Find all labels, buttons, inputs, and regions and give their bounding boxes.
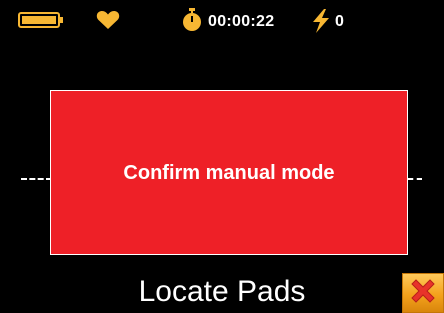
shock-count: 0 — [335, 13, 344, 30]
elapsed-timer: 00:00:22 — [208, 13, 275, 30]
pad-guide-line-left — [21, 178, 52, 180]
confirm-manual-mode-button[interactable]: Confirm manual mode — [50, 90, 408, 255]
heart-icon — [96, 10, 120, 35]
locate-pads-prompt: Locate Pads — [138, 275, 306, 308]
confirm-manual-mode-label: Confirm manual mode — [123, 161, 335, 184]
pad-guide-line-right — [408, 178, 422, 180]
close-x-icon — [408, 276, 438, 311]
lightning-bolt-icon — [310, 9, 332, 38]
stopwatch-icon — [181, 8, 203, 37]
status-bar: 00:00:22 0 — [0, 0, 444, 40]
cancel-button[interactable] — [402, 273, 444, 313]
battery-icon — [18, 12, 64, 33]
